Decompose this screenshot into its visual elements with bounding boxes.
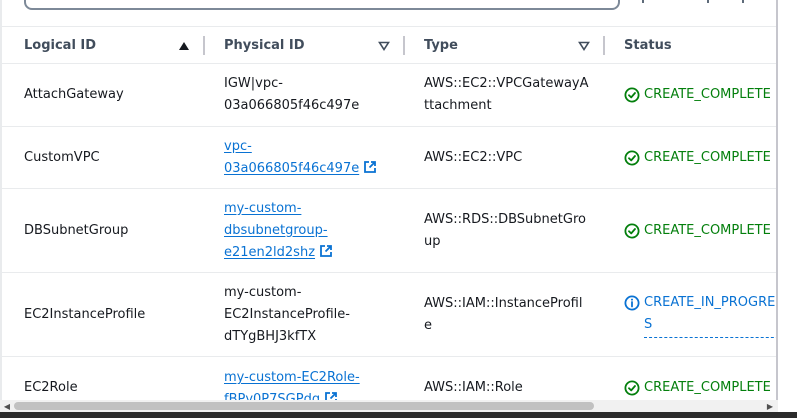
column-divider[interactable]	[603, 36, 605, 55]
pagination-tick	[707, 0, 709, 3]
check-circle-icon	[624, 380, 640, 396]
type-cell: AWS::IAM::InstanceProfil e	[424, 273, 582, 356]
logical-id: EC2InstanceProfile	[24, 306, 146, 322]
resource-type: AWS::EC2::VPCGatewayA ttachment	[424, 76, 589, 113]
logical-id: AttachGateway	[24, 87, 124, 102]
external-link-icon[interactable]	[363, 160, 377, 174]
column-header-type[interactable]: Type	[424, 27, 458, 64]
logical-id-cell: CustomVPC	[24, 127, 100, 188]
physical-id-cell: IGW|vpc- 03a066805f46c497e	[224, 64, 359, 126]
horizontal-scrollbar[interactable]: ◀ ▶	[0, 400, 778, 412]
logical-id: CustomVPC	[24, 149, 100, 165]
logical-id-cell: EC2InstanceProfile	[24, 273, 145, 356]
status-cell: CREATE_COMPLETE	[624, 357, 771, 400]
table-row: AttachGateway IGW|vpc- 03a066805f46c497e…	[2, 64, 776, 127]
status-indicator: CREATE_COMPLETE	[624, 147, 771, 169]
status-cell: CREATE_IN_PROGRES S	[624, 273, 776, 356]
sort-none-icon[interactable]	[378, 27, 390, 64]
column-header-physical-id[interactable]: Physical ID	[224, 27, 305, 64]
logical-id: DBSubnetGroup	[24, 222, 129, 238]
resource-type: AWS::IAM::Role	[424, 380, 523, 395]
table-row: DBSubnetGroup my-custom- dbsubnetgroup- …	[2, 189, 776, 273]
scroll-right-icon[interactable]: ▶	[764, 400, 776, 412]
status-indicator[interactable]: CREATE_IN_PROGRES S	[624, 292, 776, 338]
physical-id: my-custom- EC2InstanceProfile- dTYgBHJ3k…	[224, 284, 350, 344]
status-indicator: CREATE_COMPLETE	[624, 220, 771, 242]
column-header-logical-id[interactable]: Logical ID	[24, 27, 96, 64]
column-header-label: Logical ID	[24, 38, 97, 53]
physical-id-link[interactable]: my-custom-EC2Role- fBPy0P7SGPdq	[224, 367, 360, 400]
table-row: EC2Role my-custom-EC2Role- fBPy0P7SGPdq …	[2, 357, 776, 400]
resource-type: AWS::IAM::InstanceProfil e	[424, 295, 583, 333]
physical-id-link[interactable]: vpc- 03a066805f46c497e	[224, 136, 377, 180]
status-cell: CREATE_COMPLETE	[624, 64, 771, 126]
status-cell: CREATE_COMPLETE	[624, 127, 771, 188]
pagination-tick	[742, 0, 744, 3]
status-text[interactable]: CREATE_IN_PROGRES S	[644, 292, 776, 338]
check-circle-icon	[624, 87, 640, 103]
scroll-left-icon[interactable]: ◀	[1, 400, 13, 412]
right-gutter	[778, 0, 797, 400]
column-header-label: Status	[624, 38, 672, 53]
physical-id-cell: my-custom- EC2InstanceProfile- dTYgBHJ3k…	[224, 273, 350, 356]
sort-none-icon[interactable]	[578, 27, 590, 64]
type-cell: AWS::EC2::VPC	[424, 127, 522, 188]
search-input[interactable]	[24, 0, 620, 10]
table-header: Logical ID Physical ID Type Status	[2, 26, 776, 64]
table-row: EC2InstanceProfile my-custom- EC2Instanc…	[2, 273, 776, 357]
status-text: CREATE_COMPLETE	[644, 149, 771, 165]
status-text: CREATE_COMPLETE	[644, 87, 771, 102]
column-divider[interactable]	[403, 36, 405, 55]
sort-ascending-icon[interactable]	[178, 27, 190, 64]
physical-id-cell: my-custom-EC2Role- fBPy0P7SGPdq	[224, 357, 360, 400]
logical-id: EC2Role	[24, 380, 78, 395]
status-text: CREATE_COMPLETE	[644, 222, 771, 238]
logical-id-cell: AttachGateway	[24, 64, 124, 126]
pagination-tick	[642, 0, 644, 3]
physical-id-link-text[interactable]: vpc- 03a066805f46c497e	[224, 139, 359, 176]
type-cell: AWS::EC2::VPCGatewayA ttachment	[424, 64, 589, 126]
info-circle-icon	[624, 295, 640, 310]
physical-id-link-text[interactable]: my-custom- dbsubnetgroup- e21en2ld2shz	[224, 201, 328, 260]
status-text: CREATE_COMPLETE	[644, 380, 771, 395]
status-cell: CREATE_COMPLETE	[624, 189, 771, 272]
column-header-label: Type	[424, 38, 458, 53]
column-header-label: Physical ID	[224, 38, 305, 53]
resources-table-container: Logical ID Physical ID Type Status Attac…	[0, 0, 778, 400]
logical-id-cell: DBSubnetGroup	[24, 189, 128, 272]
physical-id-link[interactable]: my-custom- dbsubnetgroup- e21en2ld2shz	[224, 198, 333, 264]
type-cell: AWS::RDS::DBSubnetGro up	[424, 189, 586, 272]
physical-id: IGW|vpc- 03a066805f46c497e	[224, 76, 360, 113]
external-link-icon[interactable]	[319, 244, 333, 258]
check-circle-icon	[624, 223, 640, 238]
resource-type: AWS::RDS::DBSubnetGro up	[424, 211, 586, 249]
check-circle-icon	[624, 150, 640, 165]
status-indicator: CREATE_COMPLETE	[624, 84, 771, 106]
column-divider[interactable]	[203, 36, 205, 55]
window-bottom-edge	[0, 412, 797, 418]
table-row: CustomVPC vpc- 03a066805f46c497e AWS::EC…	[2, 127, 776, 189]
external-link-icon[interactable]	[324, 391, 338, 400]
column-header-status[interactable]: Status	[624, 27, 672, 64]
scrollbar-thumb[interactable]	[14, 402, 594, 410]
resource-type: AWS::EC2::VPC	[424, 149, 523, 165]
physical-id-cell: my-custom- dbsubnetgroup- e21en2ld2shz	[224, 189, 333, 272]
status-indicator: CREATE_COMPLETE	[624, 377, 771, 399]
physical-id-link-text[interactable]: my-custom-EC2Role- fBPy0P7SGPdq	[224, 370, 360, 400]
physical-id-cell: vpc- 03a066805f46c497e	[224, 127, 377, 188]
type-cell: AWS::IAM::Role	[424, 357, 523, 400]
logical-id-cell: EC2Role	[24, 357, 78, 400]
